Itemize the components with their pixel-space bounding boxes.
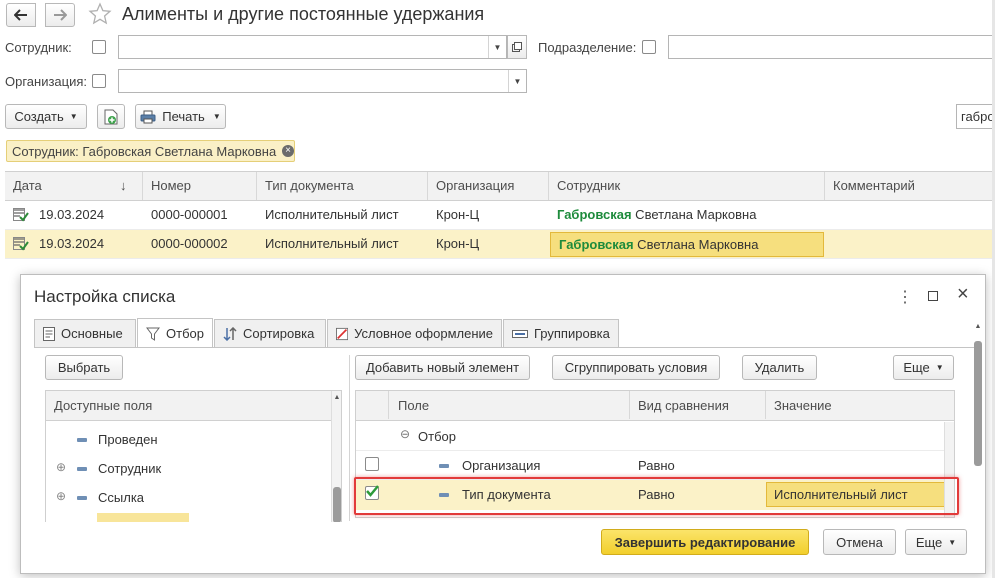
delete-button[interactable]: Удалить: [742, 355, 817, 380]
tab-main[interactable]: Основные: [34, 319, 136, 347]
more-button[interactable]: Еще ▼: [893, 355, 954, 380]
print-button[interactable]: Печать ▼: [135, 104, 226, 129]
filter-group-row[interactable]: ⊖ Отбор: [356, 422, 954, 451]
chevron-down-icon[interactable]: ▼: [488, 36, 506, 58]
field-icon: [77, 496, 87, 500]
tab-strip-line: [34, 347, 976, 348]
arrow-left-icon: [14, 9, 27, 21]
scrollbar[interactable]: ▲: [331, 391, 341, 522]
list-item[interactable]: ⊕ Сотрудник: [46, 457, 331, 483]
tab-grouping[interactable]: Группировка: [503, 319, 619, 347]
create-copy-button[interactable]: [97, 104, 125, 129]
tab-conditional-format[interactable]: Условное оформление: [327, 319, 502, 347]
organization-filter-label: Организация:: [5, 74, 88, 89]
expand-icon[interactable]: ⊕: [56, 489, 66, 503]
footer-more-button[interactable]: Еще ▼: [905, 529, 967, 555]
scroll-up-icon[interactable]: ▲: [973, 323, 983, 330]
available-fields-panel: Доступные поля Проведен ⊕ Сотрудник ⊕ Сс…: [45, 390, 342, 522]
posted-document-icon: [13, 208, 29, 225]
employee-filter-field[interactable]: ▼: [118, 35, 507, 59]
employee-cell: Габровская Светлана Марковна: [557, 207, 757, 222]
expand-icon[interactable]: ⊕: [56, 460, 66, 474]
filter-grid-header: Поле Вид сравнения Значение: [356, 391, 954, 421]
table-row[interactable]: 19.03.2024 0000-000001 Исполнительный ли…: [5, 201, 995, 230]
filter-icon: [146, 327, 160, 341]
document-add-icon: [104, 109, 118, 124]
collapse-icon[interactable]: ⊖: [400, 427, 410, 441]
field-icon: [77, 438, 87, 442]
list-settings-dialog: Настройка списка ⋮ × Основные Отбор Сорт…: [20, 274, 986, 574]
create-button[interactable]: Создать ▼: [5, 104, 87, 129]
column-doc-type[interactable]: Тип документа: [257, 172, 428, 200]
list-item[interactable]: ⊕ Ссылка: [46, 486, 331, 512]
column-employee[interactable]: Сотрудник: [549, 172, 825, 200]
dropdown-arrow-icon: ▼: [69, 112, 78, 121]
employee-filter-checkbox[interactable]: [92, 40, 106, 54]
department-filter-checkbox[interactable]: [642, 40, 656, 54]
column-date[interactable]: Дата ↓: [5, 172, 143, 200]
employee-cell-active[interactable]: Габровская Светлана Марковна: [550, 232, 824, 257]
column-number[interactable]: Номер: [143, 172, 257, 200]
add-element-button[interactable]: Добавить новый элемент: [355, 355, 530, 380]
filter-tag[interactable]: Сотрудник: Габровская Светлана Марковна …: [6, 140, 295, 162]
sort-arrow-icon: ↓: [120, 178, 127, 193]
dropdown-arrow-icon: ▼: [212, 112, 221, 121]
star-icon[interactable]: [88, 2, 112, 26]
dropdown-arrow-icon: ▼: [948, 537, 957, 547]
open-employee-button[interactable]: [507, 35, 527, 59]
highlight-callout: [354, 477, 959, 515]
organization-filter-field[interactable]: ▼: [118, 69, 527, 93]
printer-icon: [140, 110, 156, 123]
tab-sorting[interactable]: Сортировка: [214, 319, 326, 347]
scrollbar-thumb[interactable]: [333, 487, 341, 522]
close-icon[interactable]: ×: [957, 283, 969, 306]
cancel-button[interactable]: Отмена: [823, 529, 896, 555]
arrow-right-icon: [54, 9, 67, 21]
grid-header: Дата ↓ Номер Тип документа Организация С…: [5, 171, 995, 201]
dialog-scrollbar[interactable]: ▲: [973, 323, 983, 513]
organization-filter-checkbox[interactable]: [92, 74, 106, 88]
scrollbar-thumb[interactable]: [974, 341, 982, 466]
tab-filter[interactable]: Отбор: [137, 318, 213, 348]
search-input[interactable]: габро: [956, 104, 995, 129]
department-filter-label: Подразделение:: [538, 40, 637, 55]
open-form-icon: [512, 42, 522, 52]
panel-splitter[interactable]: [349, 355, 350, 521]
table-row-selected[interactable]: 19.03.2024 0000-000002 Исполнительный ли…: [5, 230, 995, 259]
finish-editing-button[interactable]: Завершить редактирование: [601, 529, 809, 555]
list-item[interactable]: Проведен: [46, 428, 331, 454]
dropdown-arrow-icon: ▼: [935, 363, 944, 372]
list-item-partial[interactable]: [97, 513, 189, 522]
department-filter-field[interactable]: [668, 35, 995, 59]
scroll-up-icon[interactable]: ▲: [332, 394, 341, 401]
more-actions-icon[interactable]: ⋮: [897, 287, 913, 307]
forward-button[interactable]: [45, 3, 75, 27]
close-icon[interactable]: ×: [282, 145, 294, 157]
page-title: Алименты и другие постоянные удержания: [122, 4, 485, 24]
filter-condition-row[interactable]: Организация Равно: [356, 451, 954, 480]
tab-main-icon: [43, 326, 55, 341]
select-field-button[interactable]: Выбрать: [45, 355, 123, 380]
condition-checkbox[interactable]: [365, 457, 379, 471]
back-button[interactable]: [6, 3, 36, 27]
conditional-format-icon: [336, 327, 349, 340]
posted-document-icon: [13, 237, 29, 254]
field-icon: [439, 464, 449, 468]
column-organization[interactable]: Организация: [428, 172, 549, 200]
grouping-icon: [512, 329, 528, 338]
maximize-icon[interactable]: [928, 291, 938, 301]
dialog-title: Настройка списка: [34, 287, 176, 306]
sort-icon: [223, 326, 237, 341]
field-icon: [77, 467, 87, 471]
employee-filter-label: Сотрудник:: [5, 40, 72, 55]
chevron-down-icon[interactable]: ▼: [508, 70, 526, 92]
available-fields-header: Доступные поля: [46, 391, 331, 421]
group-conditions-button[interactable]: Сгруппировать условия: [552, 355, 720, 380]
column-comment[interactable]: Комментарий: [825, 172, 995, 200]
